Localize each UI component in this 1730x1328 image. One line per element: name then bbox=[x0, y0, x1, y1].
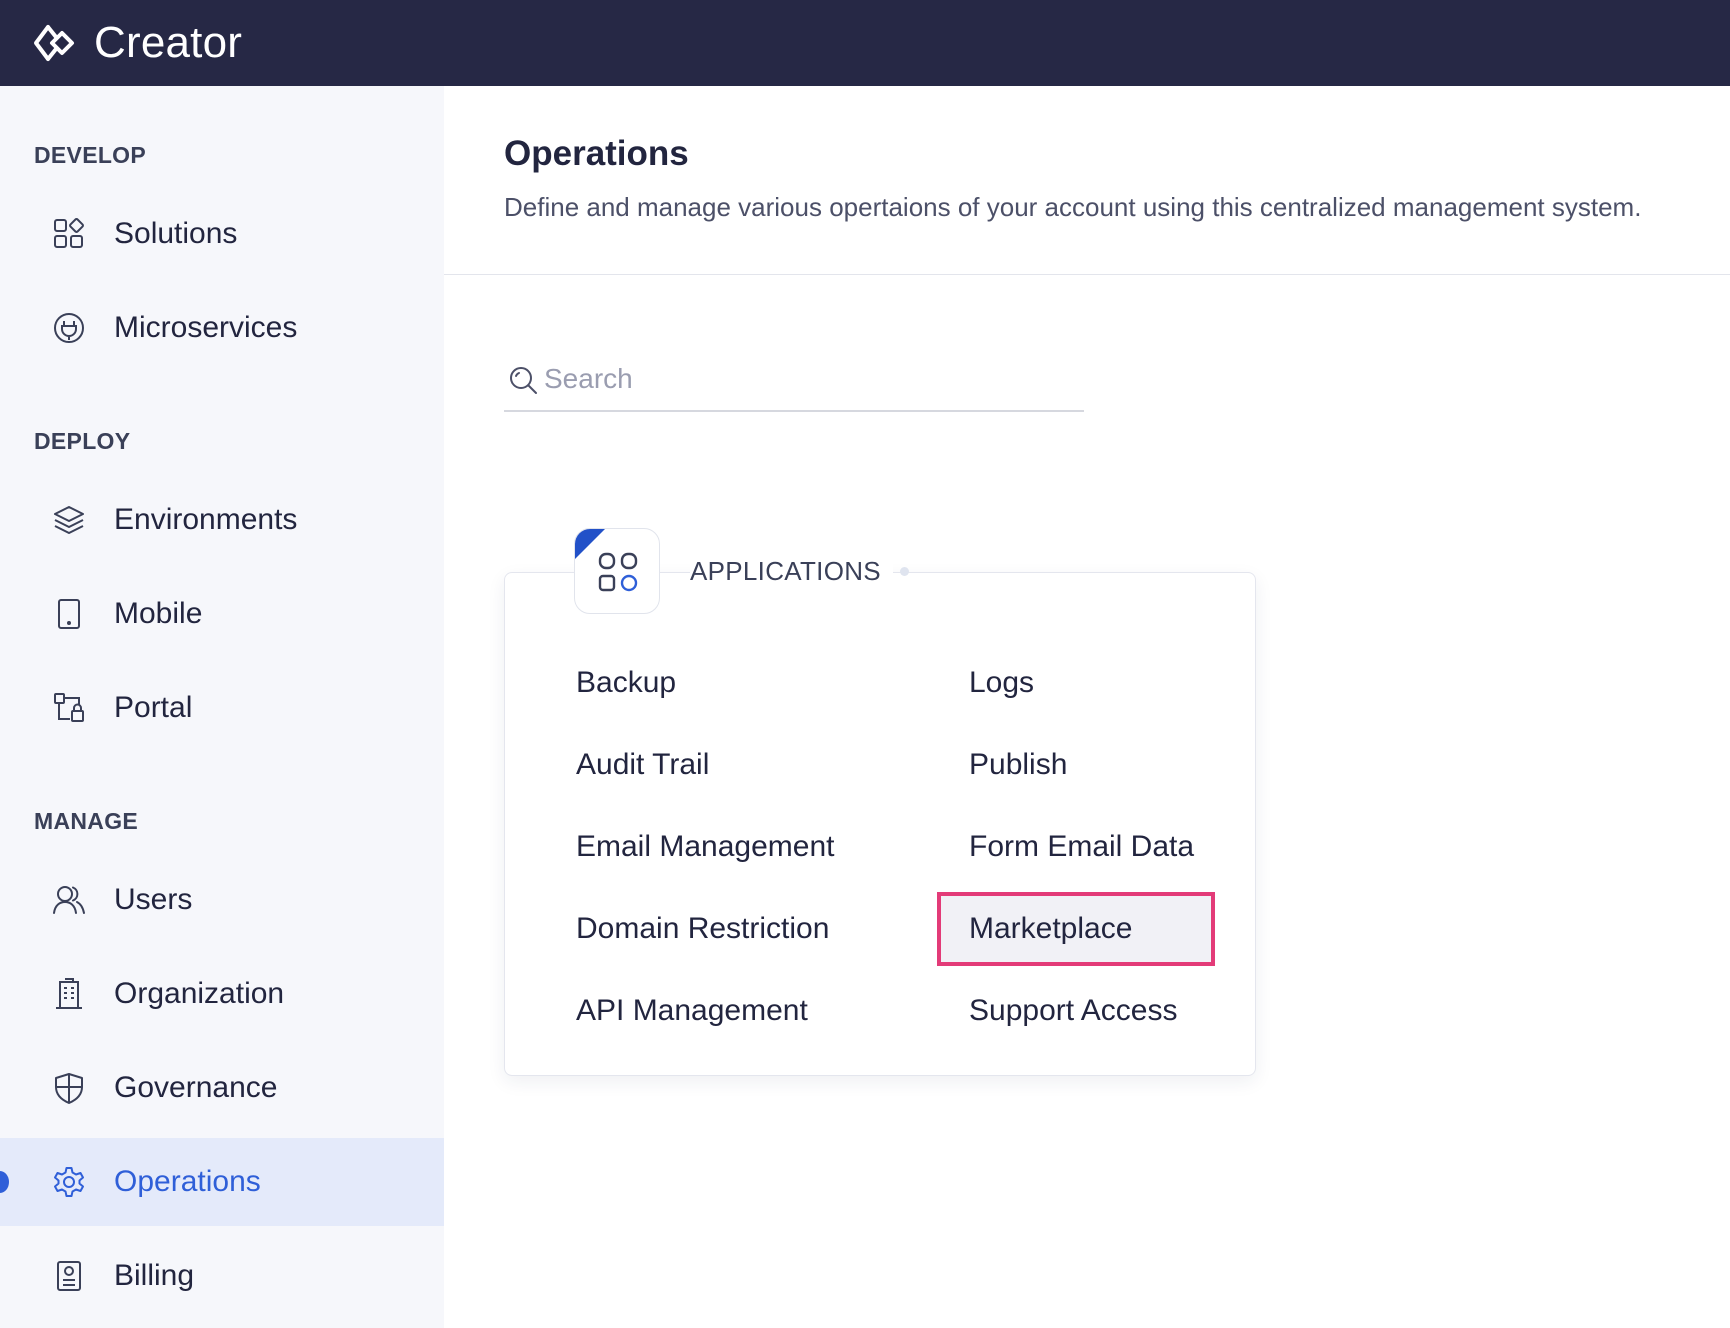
building-icon bbox=[52, 977, 86, 1011]
portal-icon bbox=[52, 691, 86, 725]
backup-link[interactable]: Backup bbox=[576, 666, 676, 700]
sidebar-item-microservices[interactable]: Microservices bbox=[0, 284, 444, 372]
sidebar-item-organization[interactable]: Organization bbox=[0, 950, 444, 1038]
domain-restriction-link[interactable]: Domain Restriction bbox=[576, 912, 829, 946]
marketplace-link[interactable]: Marketplace bbox=[969, 912, 1132, 946]
shield-icon bbox=[52, 1071, 86, 1105]
logs-link[interactable]: Logs bbox=[969, 666, 1034, 700]
sidebar-item-mobile[interactable]: Mobile bbox=[0, 570, 444, 658]
search-icon bbox=[510, 367, 537, 394]
users-icon bbox=[52, 883, 86, 917]
sidebar-item-label: Governance bbox=[114, 1071, 278, 1104]
creator-logo-icon bbox=[34, 25, 74, 61]
billing-icon bbox=[52, 1259, 86, 1293]
sidebar-item-label: Environments bbox=[114, 503, 298, 536]
sidebar-item-portal[interactable]: Portal bbox=[0, 664, 444, 752]
email-management-link[interactable]: Email Management bbox=[576, 830, 834, 864]
form-email-data-link[interactable]: Form Email Data bbox=[969, 830, 1194, 864]
card-title-dot bbox=[900, 567, 909, 576]
applications-badge bbox=[574, 528, 660, 614]
sidebar-item-label: Organization bbox=[114, 977, 285, 1010]
sidebar-item-label: Microservices bbox=[114, 311, 298, 344]
solutions-icon bbox=[52, 217, 86, 251]
brand[interactable]: Creator bbox=[32, 16, 242, 70]
sidebar-item-label: Portal bbox=[114, 691, 193, 724]
microservices-icon bbox=[52, 311, 86, 345]
publish-link[interactable]: Publish bbox=[969, 748, 1067, 782]
top-bar: Creator bbox=[0, 0, 1730, 86]
sidebar-item-users[interactable]: Users bbox=[0, 856, 444, 944]
search-box bbox=[504, 348, 1084, 412]
sidebar-item-environments[interactable]: Environments bbox=[0, 476, 444, 564]
section-title-develop: DEVELOP bbox=[34, 142, 147, 168]
sidebar-item-label: Operations bbox=[114, 1165, 261, 1198]
section-title-manage: MANAGE bbox=[34, 808, 139, 834]
app-name: Creator bbox=[94, 18, 243, 67]
layers-icon bbox=[52, 503, 86, 537]
sidebar-item-label: Users bbox=[114, 883, 193, 916]
sidebar-item-label: Solutions bbox=[114, 217, 238, 250]
section-title-deploy: DEPLOY bbox=[34, 428, 131, 454]
header-divider bbox=[444, 274, 1730, 275]
sidebar-item-governance[interactable]: Governance bbox=[0, 1044, 444, 1132]
sidebar-item-label: Billing bbox=[114, 1259, 195, 1292]
api-management-link[interactable]: API Management bbox=[576, 994, 808, 1028]
page-description: Define and manage various opertaions of … bbox=[504, 192, 1642, 222]
page-title: Operations bbox=[504, 134, 689, 173]
sidebar-item-billing[interactable]: Billing bbox=[0, 1232, 444, 1320]
apps-icon bbox=[598, 552, 638, 592]
sidebar-item-operations[interactable]: Operations bbox=[0, 1138, 444, 1226]
audit-trail-link[interactable]: Audit Trail bbox=[576, 748, 709, 782]
card-title: APPLICATIONS bbox=[690, 556, 893, 587]
mobile-icon bbox=[52, 597, 86, 631]
active-indicator bbox=[0, 1171, 9, 1193]
main-content: Operations Define and manage various ope… bbox=[444, 86, 1730, 1328]
sidebar: DEVELOP Solutions Microservices DEPLOY E… bbox=[0, 86, 444, 1328]
support-access-link[interactable]: Support Access bbox=[969, 994, 1177, 1028]
sidebar-item-solutions[interactable]: Solutions bbox=[0, 190, 444, 278]
sidebar-item-label: Mobile bbox=[114, 597, 203, 630]
search-input[interactable] bbox=[544, 356, 1074, 402]
gear-icon bbox=[52, 1165, 86, 1199]
